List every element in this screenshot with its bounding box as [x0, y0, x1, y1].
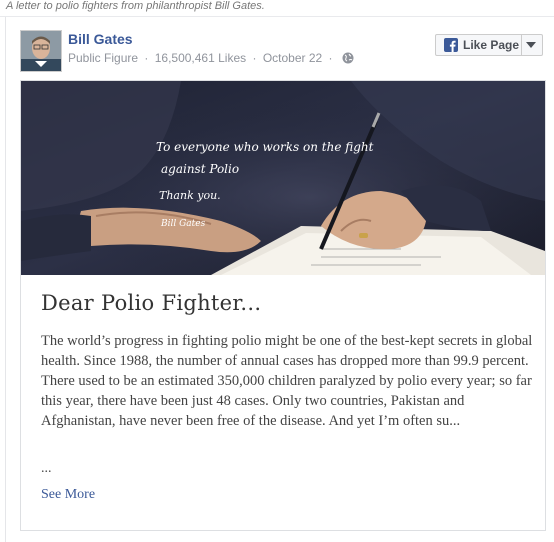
like-page-button-group: Like Page: [435, 34, 543, 56]
post-caption: A letter to polio fighters from philanth…: [6, 0, 265, 12]
globe-icon[interactable]: [342, 52, 354, 64]
handwritten-letter-image: To everyone who works on the fight again…: [21, 81, 545, 275]
see-more-link[interactable]: See More: [41, 487, 95, 503]
post-meta: Public Figure · 16,500,461 Likes · Octob…: [68, 51, 354, 65]
like-page-label: Like Page: [463, 38, 520, 52]
article-title[interactable]: Dear Polio Fighter...: [41, 291, 261, 315]
article-attachment[interactable]: To everyone who works on the fight again…: [20, 80, 546, 531]
meta-separator: ·: [144, 51, 149, 65]
page-category: Public Figure: [68, 51, 139, 65]
handwriting-signature: Bill Gates: [160, 219, 206, 229]
page-name-link[interactable]: Bill Gates: [68, 31, 133, 47]
avatar[interactable]: [20, 30, 62, 72]
facebook-logo-icon: [444, 38, 458, 52]
article-excerpt: The world’s progress in fighting polio m…: [41, 333, 533, 429]
handwriting-line: To everyone who works on the fight: [156, 140, 374, 154]
excerpt-ellipsis: ...: [41, 461, 52, 476]
meta-separator: ·: [252, 51, 257, 65]
meta-separator: ·: [328, 51, 333, 65]
like-page-button[interactable]: Like Page: [436, 35, 522, 55]
handwriting-line: against Polio: [161, 162, 239, 176]
caret-down-icon[interactable]: [526, 42, 536, 48]
likes-count-link[interactable]: 16,500,461 Likes: [155, 51, 246, 65]
facebook-post-card: Bill Gates Public Figure · 16,500,461 Li…: [5, 17, 554, 542]
profile-photo: [21, 31, 61, 71]
handwriting-line: Thank you.: [159, 189, 221, 202]
article-image[interactable]: To everyone who works on the fight again…: [21, 81, 545, 275]
post-date-link[interactable]: October 22: [263, 51, 322, 65]
